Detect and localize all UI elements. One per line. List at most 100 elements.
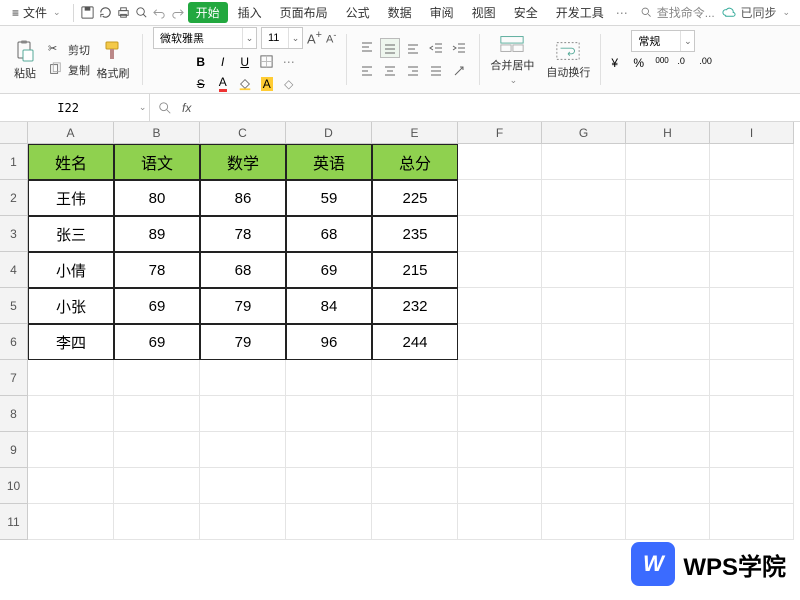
column-header[interactable]: C: [200, 122, 286, 144]
cell[interactable]: [626, 216, 710, 252]
format-painter-button[interactable]: 格式刷: [94, 39, 132, 81]
cell[interactable]: [626, 468, 710, 504]
cell[interactable]: [626, 432, 710, 468]
more-font-icon[interactable]: ⋯: [280, 53, 298, 71]
cell[interactable]: [710, 252, 794, 288]
font-name-input[interactable]: [154, 28, 242, 48]
column-header[interactable]: H: [626, 122, 710, 144]
cell[interactable]: [626, 180, 710, 216]
cell[interactable]: [542, 504, 626, 540]
align-middle-button[interactable]: [380, 38, 400, 58]
tab-view[interactable]: 视图: [464, 2, 504, 23]
justify-button[interactable]: [426, 61, 446, 81]
tab-formula[interactable]: 公式: [338, 2, 378, 23]
name-box[interactable]: ⌄: [0, 94, 150, 121]
sync-status[interactable]: 已同步 ⌄: [721, 4, 794, 21]
cell[interactable]: 86: [200, 180, 286, 216]
strikethrough-button[interactable]: S: [192, 75, 210, 93]
underline-button[interactable]: U: [236, 53, 254, 71]
cell[interactable]: [28, 504, 114, 540]
cell[interactable]: [626, 360, 710, 396]
cell[interactable]: [710, 216, 794, 252]
italic-button[interactable]: I: [214, 53, 232, 71]
highlight-button[interactable]: A: [258, 75, 276, 93]
thousands-icon[interactable]: 000: [655, 56, 671, 72]
cell[interactable]: [458, 468, 542, 504]
cell[interactable]: 79: [200, 288, 286, 324]
cell[interactable]: [542, 252, 626, 288]
cell[interactable]: [200, 468, 286, 504]
cell[interactable]: [372, 396, 458, 432]
refresh-icon[interactable]: [98, 5, 114, 21]
cell[interactable]: [458, 252, 542, 288]
cell[interactable]: 215: [372, 252, 458, 288]
cell[interactable]: [458, 216, 542, 252]
tab-insert[interactable]: 插入: [230, 2, 270, 23]
borders-button[interactable]: [258, 53, 276, 71]
cell[interactable]: [542, 468, 626, 504]
font-size-input[interactable]: [262, 28, 288, 48]
cell[interactable]: 78: [200, 216, 286, 252]
cell[interactable]: [114, 468, 200, 504]
cell[interactable]: [114, 504, 200, 540]
cell[interactable]: [542, 432, 626, 468]
column-header[interactable]: I: [710, 122, 794, 144]
cell[interactable]: 数学: [200, 144, 286, 180]
increase-font-icon[interactable]: A+: [307, 29, 322, 46]
cell[interactable]: [458, 288, 542, 324]
font-name-combo[interactable]: ⌄: [153, 27, 257, 49]
row-header[interactable]: 1: [0, 144, 28, 180]
font-color-button[interactable]: A: [214, 75, 232, 93]
cut-button[interactable]: ✂剪切: [48, 42, 90, 58]
decrease-font-icon[interactable]: A-: [326, 30, 336, 46]
cell[interactable]: 张三: [28, 216, 114, 252]
chevron-down-icon[interactable]: ⌄: [242, 28, 256, 48]
indent-decrease-button[interactable]: [426, 38, 446, 58]
zoom-icon[interactable]: [158, 101, 172, 115]
cell[interactable]: [542, 180, 626, 216]
orientation-button[interactable]: [449, 61, 469, 81]
cell[interactable]: [626, 288, 710, 324]
cell[interactable]: [626, 144, 710, 180]
cell[interactable]: [114, 360, 200, 396]
cell[interactable]: [286, 468, 372, 504]
clear-format-button[interactable]: ◇: [280, 75, 298, 93]
column-header[interactable]: B: [114, 122, 200, 144]
cell[interactable]: [286, 432, 372, 468]
cell[interactable]: 235: [372, 216, 458, 252]
tab-pagelayout[interactable]: 页面布局: [272, 2, 336, 23]
cell[interactable]: 96: [286, 324, 372, 360]
fx-icon[interactable]: fx: [182, 101, 191, 115]
name-box-input[interactable]: [0, 101, 136, 115]
row-header[interactable]: 6: [0, 324, 28, 360]
cell[interactable]: 小张: [28, 288, 114, 324]
cell[interactable]: [542, 396, 626, 432]
tab-devtools[interactable]: 开发工具: [548, 2, 612, 23]
cell[interactable]: [200, 432, 286, 468]
cell[interactable]: 小倩: [28, 252, 114, 288]
cell[interactable]: 84: [286, 288, 372, 324]
save-icon[interactable]: [80, 5, 96, 21]
file-menu[interactable]: ≡ 文件 ⌄: [6, 2, 67, 23]
cell[interactable]: 69: [114, 288, 200, 324]
align-bottom-button[interactable]: [403, 38, 423, 58]
paste-button[interactable]: 粘贴: [6, 39, 44, 81]
cell[interactable]: [710, 396, 794, 432]
cell[interactable]: [710, 288, 794, 324]
cell[interactable]: 232: [372, 288, 458, 324]
row-header[interactable]: 4: [0, 252, 28, 288]
column-header[interactable]: D: [286, 122, 372, 144]
cell[interactable]: [28, 432, 114, 468]
row-header[interactable]: 8: [0, 396, 28, 432]
cell[interactable]: 总分: [372, 144, 458, 180]
cell[interactable]: [458, 180, 542, 216]
cell[interactable]: 89: [114, 216, 200, 252]
cell[interactable]: [458, 396, 542, 432]
cell[interactable]: 80: [114, 180, 200, 216]
row-header[interactable]: 9: [0, 432, 28, 468]
cell[interactable]: [542, 216, 626, 252]
cell[interactable]: [710, 324, 794, 360]
cell[interactable]: [458, 432, 542, 468]
cell[interactable]: 李四: [28, 324, 114, 360]
print-icon[interactable]: [116, 5, 132, 21]
